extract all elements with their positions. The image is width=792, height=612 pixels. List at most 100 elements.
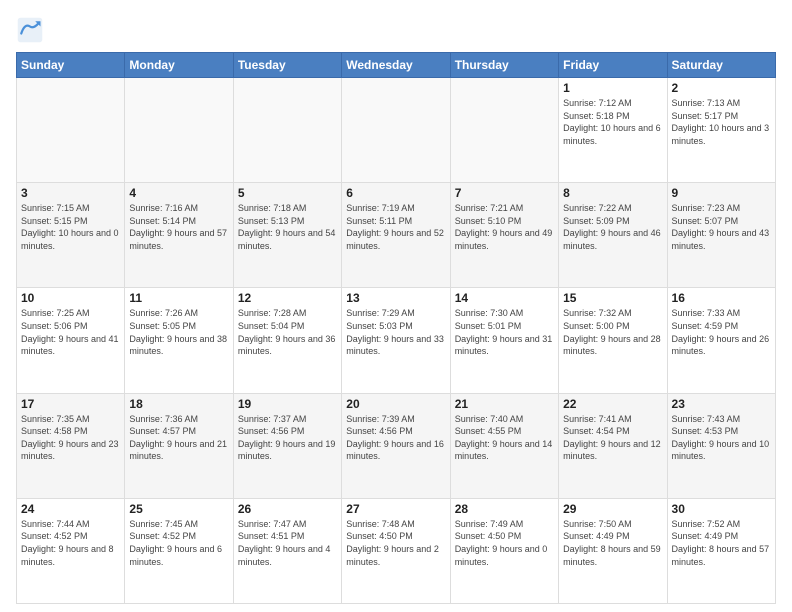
calendar-cell: 30 Sunrise: 7:52 AM Sunset: 4:49 PM Dayli…	[667, 498, 775, 603]
calendar-cell	[342, 78, 450, 183]
calendar-cell: 11Sunrise: 7:26 AM Sunset: 5:05 PM Dayli…	[125, 288, 233, 393]
day-number: 22	[563, 397, 662, 411]
calendar-cell: 10 Sunrise: 7:25 AM Sunset: 5:06 PM Dayli…	[17, 288, 125, 393]
day-number: 23	[672, 397, 771, 411]
day-number: 10	[21, 291, 120, 305]
calendar-cell: 14 Sunrise: 7:30 AM Sunset: 5:01 PM Dayli…	[450, 288, 558, 393]
day-number: 13	[346, 291, 445, 305]
day-info: Sunrise: 7:47 AM Sunset: 4:51 PM Dayligh…	[238, 518, 337, 568]
logo-icon	[16, 16, 44, 44]
day-info: Sunrise: 7:23 AM Sunset: 5:07 PM Dayligh…	[672, 202, 771, 252]
day-info: Sunrise: 7:13 AM Sunset: 5:17 PM Dayligh…	[672, 97, 771, 147]
day-info: Sunrise: 7:25 AM Sunset: 5:06 PM Dayligh…	[21, 307, 120, 357]
calendar-cell: 8 Sunrise: 7:22 AM Sunset: 5:09 PM Daylig…	[559, 183, 667, 288]
calendar-cell: 13 Sunrise: 7:29 AM Sunset: 5:03 PM Dayli…	[342, 288, 450, 393]
day-info: Sunrise: 7:21 AM Sunset: 5:10 PM Dayligh…	[455, 202, 554, 252]
day-info: Sunrise: 7:18 AM Sunset: 5:13 PM Dayligh…	[238, 202, 337, 252]
calendar-cell: 5 Sunrise: 7:18 AM Sunset: 5:13 PM Daylig…	[233, 183, 341, 288]
calendar-cell	[125, 78, 233, 183]
day-info: Sunrise: 7:50 AM Sunset: 4:49 PM Dayligh…	[563, 518, 662, 568]
day-number: 12	[238, 291, 337, 305]
calendar-cell	[233, 78, 341, 183]
day-number: 18	[129, 397, 228, 411]
calendar-cell: 21 Sunrise: 7:40 AM Sunset: 4:55 PM Dayli…	[450, 393, 558, 498]
day-info: Sunrise: 7:29 AM Sunset: 5:03 PM Dayligh…	[346, 307, 445, 357]
day-number: 29	[563, 502, 662, 516]
day-info: Sunrise: 7:33 AM Sunset: 4:59 PM Dayligh…	[672, 307, 771, 357]
day-number: 15	[563, 291, 662, 305]
day-number: 30	[672, 502, 771, 516]
calendar-cell: 19 Sunrise: 7:37 AM Sunset: 4:56 PM Dayli…	[233, 393, 341, 498]
col-header-thursday: Thursday	[450, 53, 558, 78]
col-header-sunday: Sunday	[17, 53, 125, 78]
calendar-cell: 27Sunrise: 7:48 AM Sunset: 4:50 PM Dayli…	[342, 498, 450, 603]
day-number: 5	[238, 186, 337, 200]
calendar-cell: 15 Sunrise: 7:32 AM Sunset: 5:00 PM Dayli…	[559, 288, 667, 393]
day-number: 20	[346, 397, 445, 411]
day-info: Sunrise: 7:28 AM Sunset: 5:04 PM Dayligh…	[238, 307, 337, 357]
day-info: Sunrise: 7:35 AM Sunset: 4:58 PM Dayligh…	[21, 413, 120, 463]
calendar-cell: 23 Sunrise: 7:43 AM Sunset: 4:53 PM Dayli…	[667, 393, 775, 498]
calendar-cell: 17 Sunrise: 7:35 AM Sunset: 4:58 PM Dayli…	[17, 393, 125, 498]
calendar-row-2: 10 Sunrise: 7:25 AM Sunset: 5:06 PM Dayli…	[17, 288, 776, 393]
day-number: 17	[21, 397, 120, 411]
calendar-row-3: 17 Sunrise: 7:35 AM Sunset: 4:58 PM Dayli…	[17, 393, 776, 498]
calendar-row-1: 3 Sunrise: 7:15 AM Sunset: 5:15 PM Daylig…	[17, 183, 776, 288]
day-info: Sunrise: 7:48 AM Sunset: 4:50 PM Dayligh…	[346, 518, 445, 568]
day-info: Sunrise: 7:15 AM Sunset: 5:15 PM Dayligh…	[21, 202, 120, 252]
calendar-cell	[450, 78, 558, 183]
day-info: Sunrise: 7:49 AM Sunset: 4:50 PM Dayligh…	[455, 518, 554, 568]
calendar-cell: 20 Sunrise: 7:39 AM Sunset: 4:56 PM Dayli…	[342, 393, 450, 498]
day-number: 6	[346, 186, 445, 200]
calendar-cell: 25 Sunrise: 7:45 AM Sunset: 4:52 PM Dayli…	[125, 498, 233, 603]
col-header-wednesday: Wednesday	[342, 53, 450, 78]
page: SundayMondayTuesdayWednesdayThursdayFrid…	[0, 0, 792, 612]
day-info: Sunrise: 7:19 AM Sunset: 5:11 PM Dayligh…	[346, 202, 445, 252]
day-number: 16	[672, 291, 771, 305]
day-number: 8	[563, 186, 662, 200]
calendar-cell: 24 Sunrise: 7:44 AM Sunset: 4:52 PM Dayli…	[17, 498, 125, 603]
day-info: Sunrise: 7:30 AM Sunset: 5:01 PM Dayligh…	[455, 307, 554, 357]
day-info: Sunrise: 7:41 AM Sunset: 4:54 PM Dayligh…	[563, 413, 662, 463]
day-info: Sunrise: 7:26 AM Sunset: 5:05 PM Dayligh…	[129, 307, 228, 357]
day-info: Sunrise: 7:39 AM Sunset: 4:56 PM Dayligh…	[346, 413, 445, 463]
day-number: 14	[455, 291, 554, 305]
day-number: 24	[21, 502, 120, 516]
day-number: 4	[129, 186, 228, 200]
day-info: Sunrise: 7:37 AM Sunset: 4:56 PM Dayligh…	[238, 413, 337, 463]
day-info: Sunrise: 7:40 AM Sunset: 4:55 PM Dayligh…	[455, 413, 554, 463]
day-info: Sunrise: 7:52 AM Sunset: 4:49 PM Dayligh…	[672, 518, 771, 568]
calendar-cell: 9 Sunrise: 7:23 AM Sunset: 5:07 PM Daylig…	[667, 183, 775, 288]
day-info: Sunrise: 7:45 AM Sunset: 4:52 PM Dayligh…	[129, 518, 228, 568]
day-info: Sunrise: 7:36 AM Sunset: 4:57 PM Dayligh…	[129, 413, 228, 463]
calendar-cell: 16 Sunrise: 7:33 AM Sunset: 4:59 PM Dayli…	[667, 288, 775, 393]
day-info: Sunrise: 7:43 AM Sunset: 4:53 PM Dayligh…	[672, 413, 771, 463]
calendar-cell: 4 Sunrise: 7:16 AM Sunset: 5:14 PM Daylig…	[125, 183, 233, 288]
header	[16, 12, 776, 44]
day-number: 21	[455, 397, 554, 411]
day-info: Sunrise: 7:44 AM Sunset: 4:52 PM Dayligh…	[21, 518, 120, 568]
calendar-cell: 7 Sunrise: 7:21 AM Sunset: 5:10 PM Daylig…	[450, 183, 558, 288]
calendar-row-4: 24 Sunrise: 7:44 AM Sunset: 4:52 PM Dayli…	[17, 498, 776, 603]
day-number: 26	[238, 502, 337, 516]
day-number: 28	[455, 502, 554, 516]
day-number: 9	[672, 186, 771, 200]
calendar-cell	[17, 78, 125, 183]
day-number: 3	[21, 186, 120, 200]
calendar-row-0: 1Sunrise: 7:12 AM Sunset: 5:18 PM Daylig…	[17, 78, 776, 183]
day-number: 19	[238, 397, 337, 411]
calendar-cell: 2 Sunrise: 7:13 AM Sunset: 5:17 PM Daylig…	[667, 78, 775, 183]
day-info: Sunrise: 7:32 AM Sunset: 5:00 PM Dayligh…	[563, 307, 662, 357]
calendar-cell: 18 Sunrise: 7:36 AM Sunset: 4:57 PM Dayli…	[125, 393, 233, 498]
day-info: Sunrise: 7:22 AM Sunset: 5:09 PM Dayligh…	[563, 202, 662, 252]
calendar-cell: 6 Sunrise: 7:19 AM Sunset: 5:11 PM Daylig…	[342, 183, 450, 288]
day-number: 25	[129, 502, 228, 516]
day-number: 7	[455, 186, 554, 200]
header-row: SundayMondayTuesdayWednesdayThursdayFrid…	[17, 53, 776, 78]
day-number: 2	[672, 81, 771, 95]
calendar-cell: 12 Sunrise: 7:28 AM Sunset: 5:04 PM Dayli…	[233, 288, 341, 393]
calendar-cell: 3 Sunrise: 7:15 AM Sunset: 5:15 PM Daylig…	[17, 183, 125, 288]
calendar-cell: 28 Sunrise: 7:49 AM Sunset: 4:50 PM Dayli…	[450, 498, 558, 603]
day-info: Sunrise: 7:16 AM Sunset: 5:14 PM Dayligh…	[129, 202, 228, 252]
col-header-monday: Monday	[125, 53, 233, 78]
